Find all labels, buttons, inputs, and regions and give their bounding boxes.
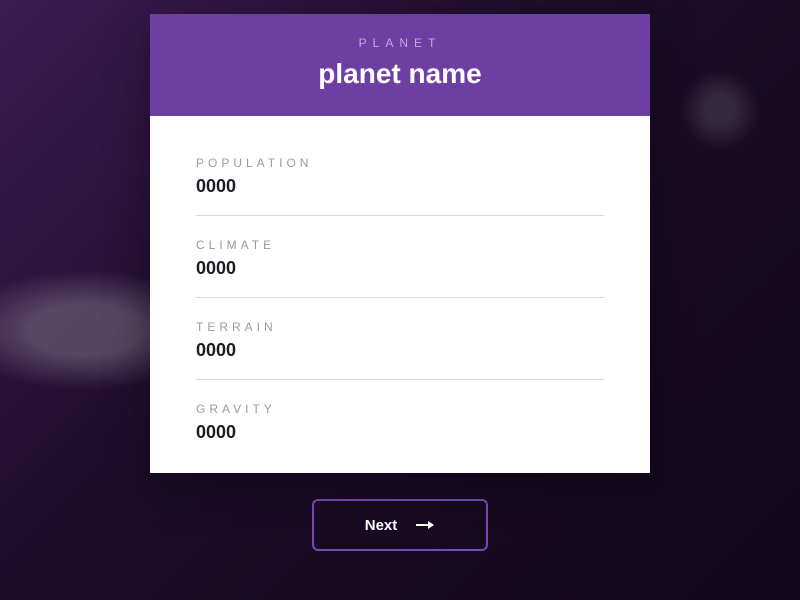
field-label: CLIMATE [196,238,604,252]
field-gravity: GRAVITY 0000 [196,379,604,443]
next-button[interactable]: Next [312,499,488,551]
field-climate: CLIMATE 0000 [196,215,604,297]
field-label: GRAVITY [196,402,604,416]
page-title: planet name [170,58,630,90]
arrow-right-icon [415,520,435,530]
planet-card: PLANET planet name POPULATION 0000 CLIMA… [150,14,650,473]
field-label: TERRAIN [196,320,604,334]
card-body: POPULATION 0000 CLIMATE 0000 TERRAIN 000… [150,116,650,473]
field-terrain: TERRAIN 0000 [196,297,604,379]
field-population: POPULATION 0000 [196,146,604,215]
field-value: 0000 [196,176,604,197]
next-button-label: Next [365,517,398,534]
field-value: 0000 [196,258,604,279]
nav-row: Next [312,499,488,551]
eyebrow: PLANET [170,36,630,50]
field-value: 0000 [196,340,604,361]
field-label: POPULATION [196,156,604,170]
field-value: 0000 [196,422,604,443]
card-header: PLANET planet name [150,14,650,116]
